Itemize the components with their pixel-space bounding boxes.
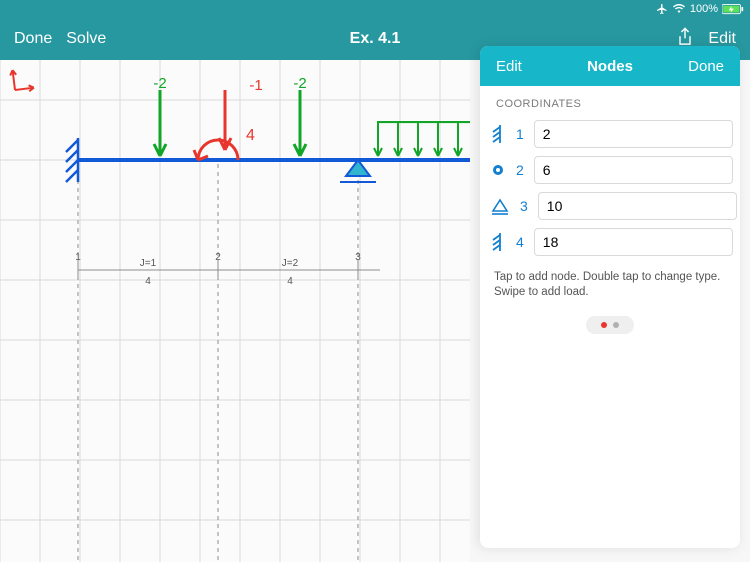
svg-text:2: 2 bbox=[215, 252, 221, 263]
page-dot-active bbox=[601, 322, 607, 328]
panel-edit-button[interactable]: Edit bbox=[496, 58, 522, 75]
node-x-input-2[interactable] bbox=[534, 156, 733, 184]
panel-help-text: Tap to add node. Double tap to change ty… bbox=[480, 260, 740, 310]
joint-bar: 1 2 3 J=1 J=2 4 4 bbox=[75, 252, 380, 287]
status-bar: 100% bbox=[0, 0, 750, 18]
node-id: 1 bbox=[516, 126, 524, 142]
svg-text:J=2: J=2 bbox=[282, 258, 299, 269]
battery-percent: 100% bbox=[690, 3, 718, 15]
solve-button[interactable]: Solve bbox=[66, 30, 106, 48]
distributed-load bbox=[374, 122, 470, 156]
panel-done-button[interactable]: Done bbox=[688, 58, 724, 75]
panel-header: Edit Nodes Done bbox=[480, 46, 740, 86]
moment-icon bbox=[194, 140, 238, 160]
nodes-panel: Edit Nodes Done COORDINATES 1 2 3 4 Tap … bbox=[480, 46, 740, 548]
svg-text:4: 4 bbox=[145, 276, 151, 287]
svg-text:J=1: J=1 bbox=[140, 258, 157, 269]
node-id: 4 bbox=[516, 234, 524, 250]
axis-icon bbox=[10, 68, 35, 94]
battery-icon bbox=[722, 4, 744, 15]
done-button[interactable]: Done bbox=[14, 30, 52, 48]
moment-label: 4 bbox=[246, 127, 255, 144]
node-x-input-1[interactable] bbox=[534, 120, 733, 148]
point-node-icon bbox=[490, 160, 506, 180]
fixed-support-icon bbox=[490, 124, 506, 144]
wifi-icon bbox=[672, 3, 686, 15]
page-indicator[interactable] bbox=[586, 316, 634, 334]
coordinates-label: COORDINATES bbox=[480, 86, 740, 116]
node-id: 2 bbox=[516, 162, 524, 178]
svg-text:3: 3 bbox=[355, 252, 361, 263]
svg-text:4: 4 bbox=[287, 276, 293, 287]
node-id: 3 bbox=[520, 198, 528, 214]
node-row-3: 3 bbox=[480, 188, 740, 224]
beam-canvas[interactable]: -2 -1 -2 4 bbox=[0, 60, 470, 562]
svg-text:1: 1 bbox=[75, 252, 81, 263]
load-label-1: -2 bbox=[153, 75, 166, 92]
node-row-1: 1 bbox=[480, 116, 740, 152]
load-label-3: -2 bbox=[293, 75, 306, 92]
node-row-2: 2 bbox=[480, 152, 740, 188]
pin-support bbox=[340, 160, 376, 182]
load-label-2: -1 bbox=[249, 77, 262, 94]
node-x-input-4[interactable] bbox=[534, 228, 733, 256]
node-x-input-3[interactable] bbox=[538, 192, 737, 220]
node-row-4: 4 bbox=[480, 224, 740, 260]
page-dot bbox=[613, 322, 619, 328]
fixed-support-icon bbox=[490, 232, 506, 252]
pin-support-icon bbox=[490, 196, 510, 216]
airplane-icon bbox=[656, 3, 668, 15]
grid bbox=[0, 60, 470, 562]
